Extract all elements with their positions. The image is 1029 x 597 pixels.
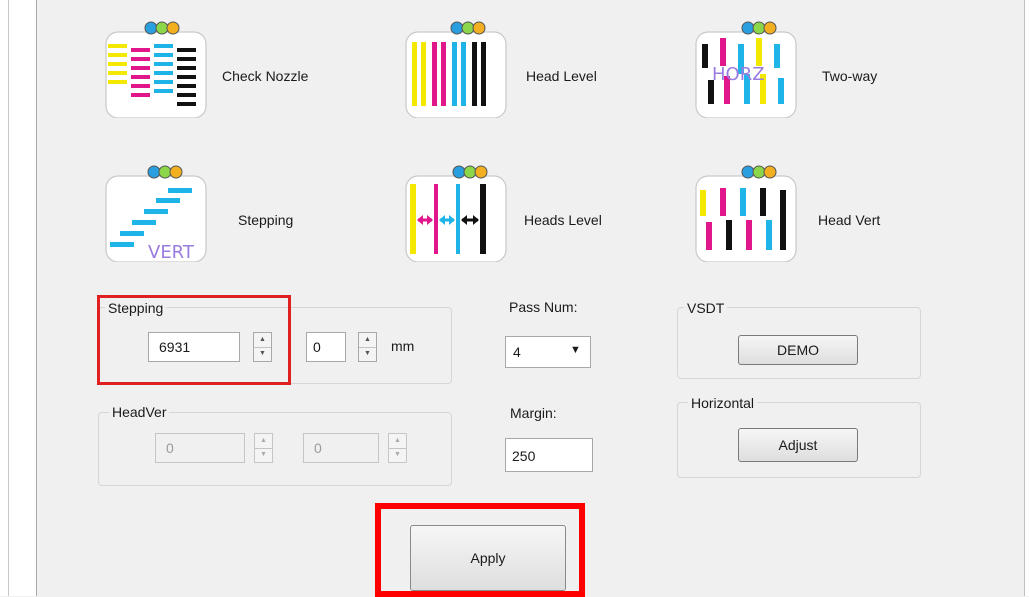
spin-down-icon: ▼ bbox=[260, 451, 267, 458]
spin-up-icon[interactable]: ▲ bbox=[359, 333, 376, 348]
vsdt-group: VSDT DEMO bbox=[677, 300, 921, 379]
margin-label: Margin: bbox=[510, 405, 557, 421]
margin-input[interactable]: 250 bbox=[505, 438, 593, 472]
two-way-label: Two-way bbox=[822, 68, 878, 84]
horizontal-group-title: Horizontal bbox=[688, 395, 758, 411]
spin-down-icon[interactable]: ▼ bbox=[359, 347, 376, 361]
check-nozzle-tool[interactable]: Check Nozzle bbox=[104, 18, 334, 122]
spin-down-icon: ▼ bbox=[394, 451, 401, 458]
pass-num-value: 4 bbox=[513, 344, 521, 360]
adjust-button[interactable]: Adjust bbox=[738, 428, 858, 462]
window-right-border bbox=[1024, 0, 1029, 596]
heads-level-icon bbox=[405, 165, 507, 262]
headver-value-input-1: 0 bbox=[155, 433, 245, 463]
horizontal-group: Horizontal Adjust bbox=[677, 395, 921, 478]
two-way-icon-text: HORZ bbox=[712, 64, 765, 85]
head-vert-tool[interactable]: Head Vert bbox=[694, 162, 924, 266]
check-nozzle-label: Check Nozzle bbox=[222, 68, 309, 84]
stepping-highlight-box bbox=[97, 295, 291, 385]
stepping-offset-spin-buttons[interactable]: ▲ ▼ bbox=[358, 332, 377, 362]
window-left-border bbox=[0, 0, 37, 596]
pass-num-label: Pass Num: bbox=[509, 299, 578, 315]
headver-group: HeadVer 0 ▲ ▼ 0 ▲ ▼ bbox=[98, 404, 452, 486]
headver-spinbox-1: 0 ▲ ▼ bbox=[155, 433, 275, 463]
head-level-icon bbox=[405, 21, 507, 118]
head-level-tool[interactable]: Head Level bbox=[404, 18, 634, 122]
apply-highlight-box bbox=[375, 503, 585, 597]
stepping-offset-spinbox[interactable]: 0 ▲ ▼ bbox=[306, 332, 378, 362]
headver-group-title: HeadVer bbox=[109, 404, 170, 420]
two-way-tool[interactable]: HORZ Two-way bbox=[694, 18, 924, 122]
check-nozzle-icon bbox=[105, 21, 207, 118]
head-level-label: Head Level bbox=[526, 68, 597, 84]
headver-spinbox-2: 0 ▲ ▼ bbox=[303, 433, 409, 463]
stepping-tool[interactable]: VERT Stepping bbox=[104, 162, 334, 266]
vsdt-group-title: VSDT bbox=[684, 300, 728, 316]
two-way-icon: HORZ bbox=[695, 21, 797, 118]
stepping-label: Stepping bbox=[238, 212, 294, 228]
headver-value-input-2: 0 bbox=[303, 433, 379, 463]
dropdown-arrow-icon[interactable]: ▼ bbox=[570, 344, 581, 356]
stepping-icon: VERT bbox=[105, 165, 207, 262]
stepping-icon-text: VERT bbox=[148, 242, 195, 262]
stepping-unit-label: mm bbox=[391, 338, 415, 354]
pass-num-select[interactable]: 4 ▼ bbox=[505, 336, 591, 368]
spin-up-icon: ▲ bbox=[255, 434, 272, 449]
head-vert-icon bbox=[695, 165, 797, 262]
heads-level-tool[interactable]: Heads Level bbox=[404, 162, 634, 266]
heads-level-label: Heads Level bbox=[524, 212, 602, 228]
demo-button[interactable]: DEMO bbox=[738, 335, 858, 365]
headver-spin-buttons-1: ▲ ▼ bbox=[254, 433, 273, 463]
stepping-offset-input[interactable]: 0 bbox=[306, 332, 346, 362]
headver-spin-buttons-2: ▲ ▼ bbox=[388, 433, 407, 463]
spin-up-icon: ▲ bbox=[389, 434, 406, 449]
margin-value: 250 bbox=[512, 448, 536, 464]
head-vert-label: Head Vert bbox=[818, 212, 881, 228]
